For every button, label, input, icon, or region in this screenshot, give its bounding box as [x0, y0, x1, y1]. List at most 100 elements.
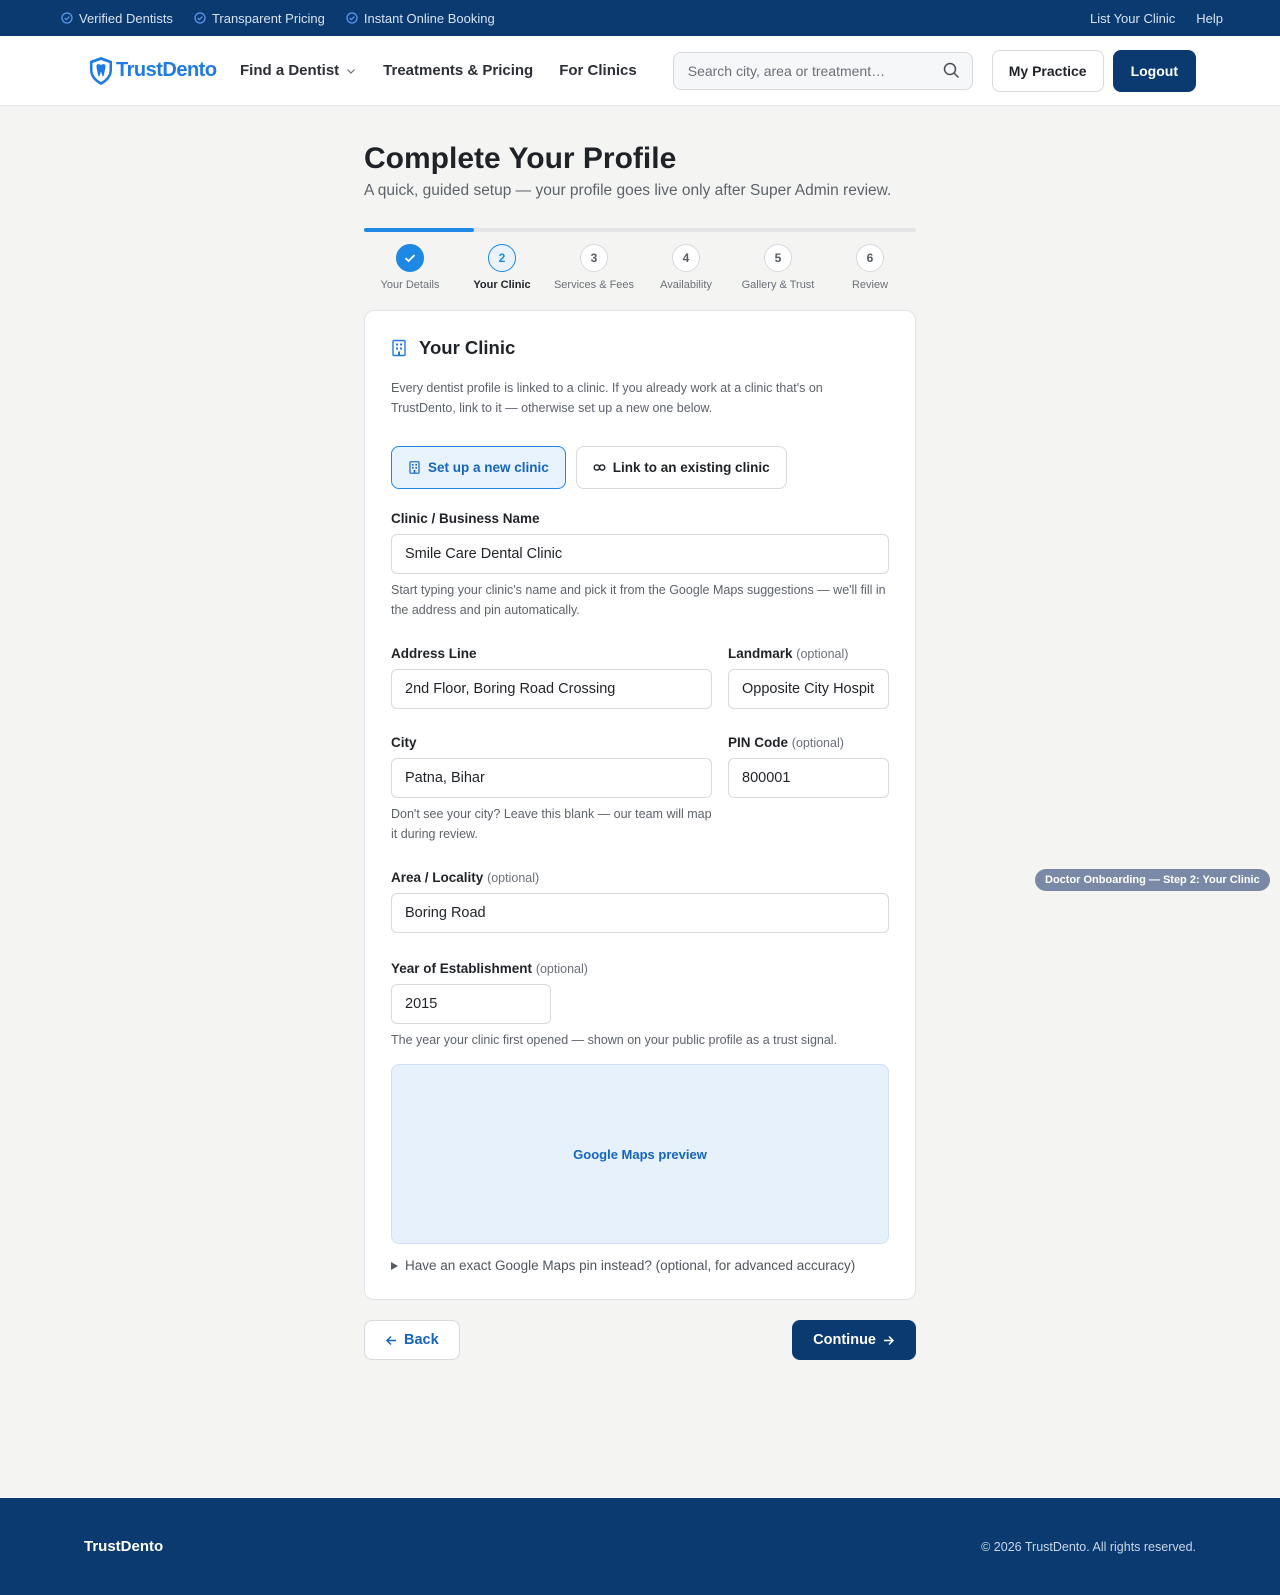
trust-badges: Verified Dentists Transparent Pricing In…: [61, 11, 495, 26]
nav-actions: My Practice Logout: [991, 49, 1196, 92]
step-label: Services & Fees: [553, 279, 635, 291]
brand-name: TrustDento: [116, 59, 217, 81]
nav-find-a-dentist[interactable]: Find a Dentist: [240, 62, 357, 79]
step-number: 6: [856, 244, 884, 272]
onboarding-main: Complete Your Profile A quick, guided se…: [364, 106, 916, 1360]
check-circle-icon: [346, 12, 358, 24]
search-input[interactable]: [687, 62, 928, 79]
progress-fill: [364, 228, 475, 232]
field-clinic-name: Clinic / Business Name Start typing your…: [391, 511, 889, 620]
optional-tag: (optional): [535, 962, 588, 976]
step-circle-done: [396, 244, 424, 272]
trust-label: Instant Online Booking: [363, 10, 495, 26]
step-services-fees[interactable]: 3 Services & Fees: [548, 244, 640, 291]
disclosure-triangle-icon: [391, 1261, 398, 1270]
site-footer: TrustDento © 2026 TrustDento. All rights…: [0, 1498, 1280, 1595]
step-your-details[interactable]: Your Details: [364, 244, 456, 291]
field-label: Area / Locality (optional): [391, 870, 889, 885]
city-row: City Don't see your city? Leave this bla…: [391, 735, 889, 844]
area-input[interactable]: [391, 893, 889, 933]
nav-treatments-pricing[interactable]: Treatments & Pricing: [383, 62, 533, 79]
link-icon: [593, 464, 606, 471]
page-title: Complete Your Profile: [364, 142, 677, 175]
nav-link-label: For Clinics: [559, 62, 637, 79]
back-button[interactable]: Back: [364, 1320, 460, 1360]
step-number: 5: [764, 244, 792, 272]
progress-track: [364, 228, 916, 232]
city-input[interactable]: [391, 758, 712, 798]
step-gallery-trust[interactable]: 5 Gallery & Trust: [732, 244, 824, 291]
arrow-right-icon: [884, 1335, 895, 1345]
nav-link-label: Treatments & Pricing: [383, 62, 534, 79]
google-maps-preview[interactable]: Google Maps preview: [391, 1064, 889, 1244]
field-area: Area / Locality (optional): [391, 870, 889, 933]
continue-button[interactable]: Continue: [792, 1320, 916, 1360]
trust-item-booking: Instant Online Booking: [346, 11, 495, 26]
search-icon[interactable]: [943, 62, 960, 79]
field-label: Address Line: [391, 646, 477, 661]
optional-tag: (optional): [487, 871, 540, 885]
nav-link-label: Find a Dentist: [240, 62, 340, 79]
choice-label: Set up a new clinic: [428, 460, 549, 475]
clinic-mode-toggle: Set up a new clinic Link to an existing …: [391, 446, 889, 489]
step-label: Availability: [660, 279, 712, 291]
field-label: Year of Establishment (optional): [391, 961, 889, 976]
card-description: Every dentist profile is linked to a cli…: [391, 381, 823, 415]
step-label: Review: [851, 279, 889, 291]
logout-button[interactable]: Logout: [1112, 49, 1196, 92]
clinic-name-input[interactable]: [391, 534, 889, 574]
year-label: Year of Establishment: [391, 961, 533, 976]
check-icon: [404, 254, 416, 263]
arrow-left-icon: [385, 1335, 396, 1345]
pin-code-input[interactable]: [728, 758, 889, 798]
field-help: Start typing your clinic's name and pick…: [391, 583, 886, 617]
link-existing-clinic-button[interactable]: Link to an existing clinic: [575, 446, 787, 489]
continue-label: Continue: [813, 1332, 876, 1348]
footer-copyright: © 2026 TrustDento. All rights reserved.: [981, 1539, 1196, 1554]
step-review[interactable]: 6 Review: [824, 244, 916, 291]
setup-new-clinic-button[interactable]: Set up a new clinic: [391, 446, 566, 489]
step-availability[interactable]: 4 Availability: [640, 244, 732, 291]
search-box: [672, 51, 973, 90]
topbar-links: List Your Clinic Help: [1090, 11, 1223, 26]
check-circle-icon: [194, 12, 206, 24]
field-label: PIN Code (optional): [728, 735, 889, 750]
building-icon: [409, 461, 420, 474]
list-your-clinic-link[interactable]: List Your Clinic: [1090, 11, 1175, 26]
address-row: Address Line Landmark (optional): [391, 646, 889, 709]
card-header: Your Clinic: [391, 337, 889, 359]
pin-label: PIN Code: [728, 735, 789, 750]
field-help: The year your clinic first opened — show…: [391, 1033, 838, 1047]
step-label: Your Clinic: [473, 279, 531, 291]
trust-item-pricing: Transparent Pricing: [194, 11, 325, 26]
logo[interactable]: TrustDento: [88, 56, 240, 86]
my-practice-button[interactable]: My Practice: [991, 49, 1104, 92]
nav-links: Find a Dentist Treatments & Pricing For …: [240, 62, 637, 79]
address-input[interactable]: [391, 669, 712, 709]
field-year: Year of Establishment (optional) The yea…: [391, 961, 889, 1050]
landmark-input[interactable]: [728, 669, 889, 709]
trust-label: Verified Dentists: [79, 10, 173, 26]
check-circle-icon: [61, 12, 73, 24]
chevron-down-icon: [347, 68, 356, 74]
exact-pin-disclosure[interactable]: Have an exact Google Maps pin instead? (…: [391, 1258, 889, 1273]
field-pin: PIN Code (optional): [728, 735, 889, 844]
step-number: 3: [580, 244, 608, 272]
field-label: City: [391, 735, 417, 750]
nav-for-clinics[interactable]: For Clinics: [559, 62, 637, 79]
optional-tag: (optional): [791, 736, 844, 750]
year-input[interactable]: [391, 984, 551, 1024]
back-label: Back: [404, 1332, 439, 1348]
step-your-clinic[interactable]: 2 Your Clinic: [456, 244, 548, 291]
field-label: Landmark (optional): [728, 646, 889, 661]
step-number: 4: [672, 244, 700, 272]
disclosure-label: Have an exact Google Maps pin instead? (…: [405, 1258, 856, 1273]
field-address: Address Line: [391, 646, 712, 709]
footer-brand: TrustDento: [84, 1538, 164, 1555]
choice-label: Link to an existing clinic: [612, 460, 770, 475]
trust-label: Transparent Pricing: [211, 10, 325, 26]
page-subtitle: A quick, guided setup — your profile goe…: [364, 182, 892, 199]
top-announcement-bar: Verified Dentists Transparent Pricing In…: [0, 0, 1280, 36]
field-help: Don't see your city? Leave this blank — …: [391, 807, 712, 841]
help-link[interactable]: Help: [1196, 11, 1223, 26]
